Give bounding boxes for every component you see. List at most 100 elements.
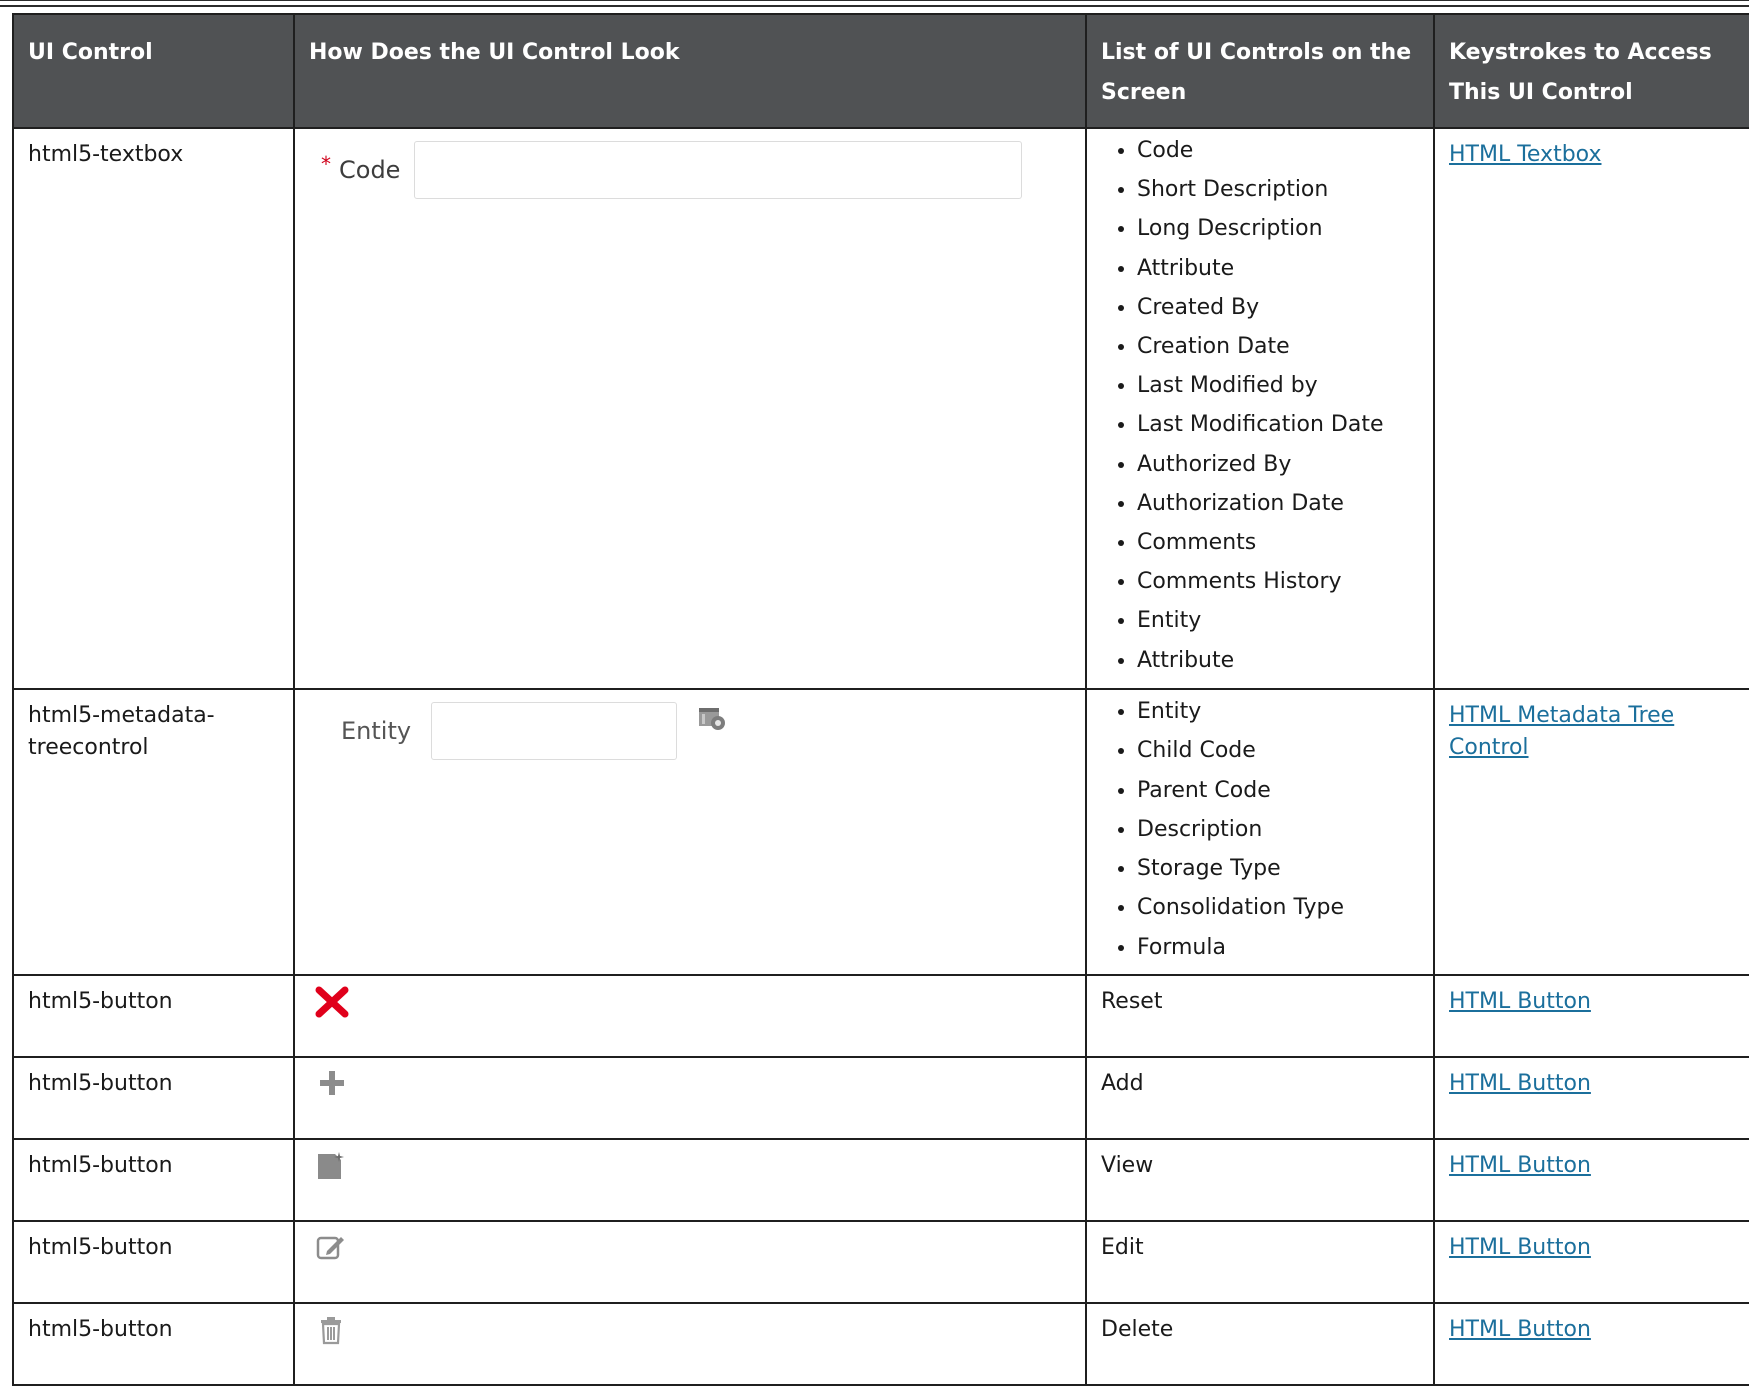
control-label-cell: View bbox=[1085, 1138, 1435, 1222]
list-item: Entity bbox=[1137, 601, 1419, 640]
header-list: List of UI Controls on the Screen bbox=[1085, 13, 1435, 129]
header-list-line2: Screen bbox=[1101, 80, 1187, 105]
entity-field-row: Entity bbox=[309, 698, 1071, 764]
list-item: Entity bbox=[1137, 692, 1419, 731]
list-item: Created By bbox=[1137, 288, 1419, 327]
table-row: html5-button Delete HTML Button bbox=[12, 1302, 1749, 1386]
control-name: html5-button bbox=[12, 1138, 295, 1222]
html-button-link[interactable]: HTML Button bbox=[1449, 1317, 1591, 1342]
control-name: html5-button bbox=[12, 1302, 295, 1386]
list-item: Last Modification Date bbox=[1137, 405, 1419, 444]
control-preview bbox=[293, 1056, 1087, 1140]
controls-list-cell: Entity Child Code Parent Code Descriptio… bbox=[1085, 688, 1435, 976]
list-item: Authorization Date bbox=[1137, 484, 1419, 523]
list-item: Comments History bbox=[1137, 562, 1419, 601]
control-preview bbox=[293, 974, 1087, 1058]
control-label: View bbox=[1101, 1153, 1154, 1178]
control-label: Delete bbox=[1101, 1317, 1174, 1342]
list-item: Creation Date bbox=[1137, 327, 1419, 366]
plus-icon[interactable] bbox=[317, 1068, 347, 1098]
controls-list-cell: Code Short Description Long Description … bbox=[1085, 127, 1435, 690]
tree-browse-icon[interactable] bbox=[697, 705, 727, 733]
list-item: Long Description bbox=[1137, 209, 1419, 248]
html-metadata-tree-link[interactable]: HTML Metadata Tree Control bbox=[1449, 703, 1674, 760]
list-item: Authorized By bbox=[1137, 445, 1419, 484]
control-name: html5-button bbox=[12, 1056, 295, 1140]
header-look-text: How Does the UI Control Look bbox=[309, 40, 680, 65]
control-label: Add bbox=[1101, 1071, 1144, 1096]
red-x-icon[interactable] bbox=[315, 986, 349, 1018]
required-marker: * bbox=[321, 152, 331, 176]
control-label-cell: Add bbox=[1085, 1056, 1435, 1140]
entity-input[interactable] bbox=[431, 702, 678, 760]
new-document-icon[interactable] bbox=[315, 1150, 347, 1182]
code-field-row: * Code bbox=[309, 137, 1071, 203]
link-line1[interactable]: HTML Metadata Tree bbox=[1449, 703, 1674, 728]
header-ui-control: UI Control bbox=[12, 13, 295, 129]
table-row: html5-button Reset HTML Button bbox=[12, 974, 1749, 1058]
keystrokes-cell: HTML Textbox bbox=[1433, 127, 1749, 690]
html-button-link[interactable]: HTML Button bbox=[1449, 1071, 1591, 1096]
list-item: Short Description bbox=[1137, 170, 1419, 209]
control-label-cell: Delete bbox=[1085, 1302, 1435, 1386]
control-name-line1: html5-metadata- bbox=[28, 703, 215, 728]
controls-list: Entity Child Code Parent Code Descriptio… bbox=[1101, 692, 1419, 967]
control-name-text: html5-button bbox=[28, 1153, 173, 1178]
keystrokes-cell: HTML Button bbox=[1433, 1056, 1749, 1140]
code-label: Code bbox=[339, 156, 401, 184]
list-item: Storage Type bbox=[1137, 849, 1419, 888]
keystrokes-cell: HTML Button bbox=[1433, 974, 1749, 1058]
list-item: Attribute bbox=[1137, 249, 1419, 288]
control-label: Edit bbox=[1101, 1235, 1144, 1260]
list-item: Comments bbox=[1137, 523, 1419, 562]
control-preview bbox=[293, 1138, 1087, 1222]
code-input[interactable] bbox=[414, 141, 1023, 199]
control-name-line2: treecontrol bbox=[28, 735, 149, 760]
header-keystrokes: Keystrokes to Access This UI Control bbox=[1433, 13, 1749, 129]
control-name-text: html5-button bbox=[28, 1235, 173, 1260]
control-name-text: html5-button bbox=[28, 1071, 173, 1096]
html-textbox-link[interactable]: HTML Textbox bbox=[1449, 142, 1601, 167]
html-button-link[interactable]: HTML Button bbox=[1449, 1235, 1591, 1260]
keystrokes-cell: HTML Button bbox=[1433, 1138, 1749, 1222]
controls-list: Code Short Description Long Description … bbox=[1101, 131, 1419, 680]
html-button-link[interactable]: HTML Button bbox=[1449, 989, 1591, 1014]
table-header-row: UI Control How Does the UI Control Look … bbox=[12, 13, 1749, 129]
control-name: html5-metadata- treecontrol bbox=[12, 688, 295, 976]
table-row: html5-textbox * Code Code Short Descript… bbox=[12, 127, 1749, 690]
table-row: html5-metadata- treecontrol Entity • Ent… bbox=[12, 688, 1749, 976]
keystrokes-cell: HTML Button bbox=[1433, 1302, 1749, 1386]
control-label-cell: Edit bbox=[1085, 1220, 1435, 1304]
entity-label: Entity bbox=[341, 717, 412, 745]
header-look: How Does the UI Control Look bbox=[293, 13, 1087, 129]
control-preview bbox=[293, 1302, 1087, 1386]
control-name-text: html5-button bbox=[28, 1317, 173, 1342]
header-list-line1: List of UI Controls on the bbox=[1101, 40, 1412, 65]
header-keystrokes-line2: This UI Control bbox=[1449, 80, 1633, 105]
list-item: Parent Code bbox=[1137, 771, 1419, 810]
header-ui-control-text: UI Control bbox=[28, 40, 153, 65]
list-item: Code bbox=[1137, 131, 1419, 170]
control-name: html5-textbox bbox=[12, 127, 295, 690]
header-keystrokes-line1: Keystrokes to Access bbox=[1449, 40, 1712, 65]
control-preview: * Code bbox=[293, 127, 1087, 690]
html-button-link[interactable]: HTML Button bbox=[1449, 1153, 1591, 1178]
keystrokes-cell: HTML Metadata Tree Control bbox=[1433, 688, 1749, 976]
table-row: html5-button Edit HTML Button bbox=[12, 1220, 1749, 1304]
control-name: html5-button bbox=[12, 1220, 295, 1304]
edit-pencil-icon[interactable] bbox=[315, 1232, 347, 1262]
control-name-text: html5-button bbox=[28, 989, 173, 1014]
list-item: Consolidation Type bbox=[1137, 888, 1419, 927]
list-item: Last Modified by bbox=[1137, 366, 1419, 405]
control-name-text: html5-textbox bbox=[28, 142, 184, 167]
trash-icon[interactable] bbox=[317, 1314, 347, 1346]
top-rule bbox=[0, 0, 1749, 7]
list-item: Attribute bbox=[1137, 641, 1419, 680]
control-label-cell: Reset bbox=[1085, 974, 1435, 1058]
control-preview: Entity bbox=[293, 688, 1087, 976]
list-item: Description bbox=[1137, 810, 1419, 849]
list-item: Child Code bbox=[1137, 731, 1419, 770]
link-line2[interactable]: Control bbox=[1449, 735, 1529, 760]
keystrokes-cell: HTML Button bbox=[1433, 1220, 1749, 1304]
list-item: Formula bbox=[1137, 928, 1419, 967]
